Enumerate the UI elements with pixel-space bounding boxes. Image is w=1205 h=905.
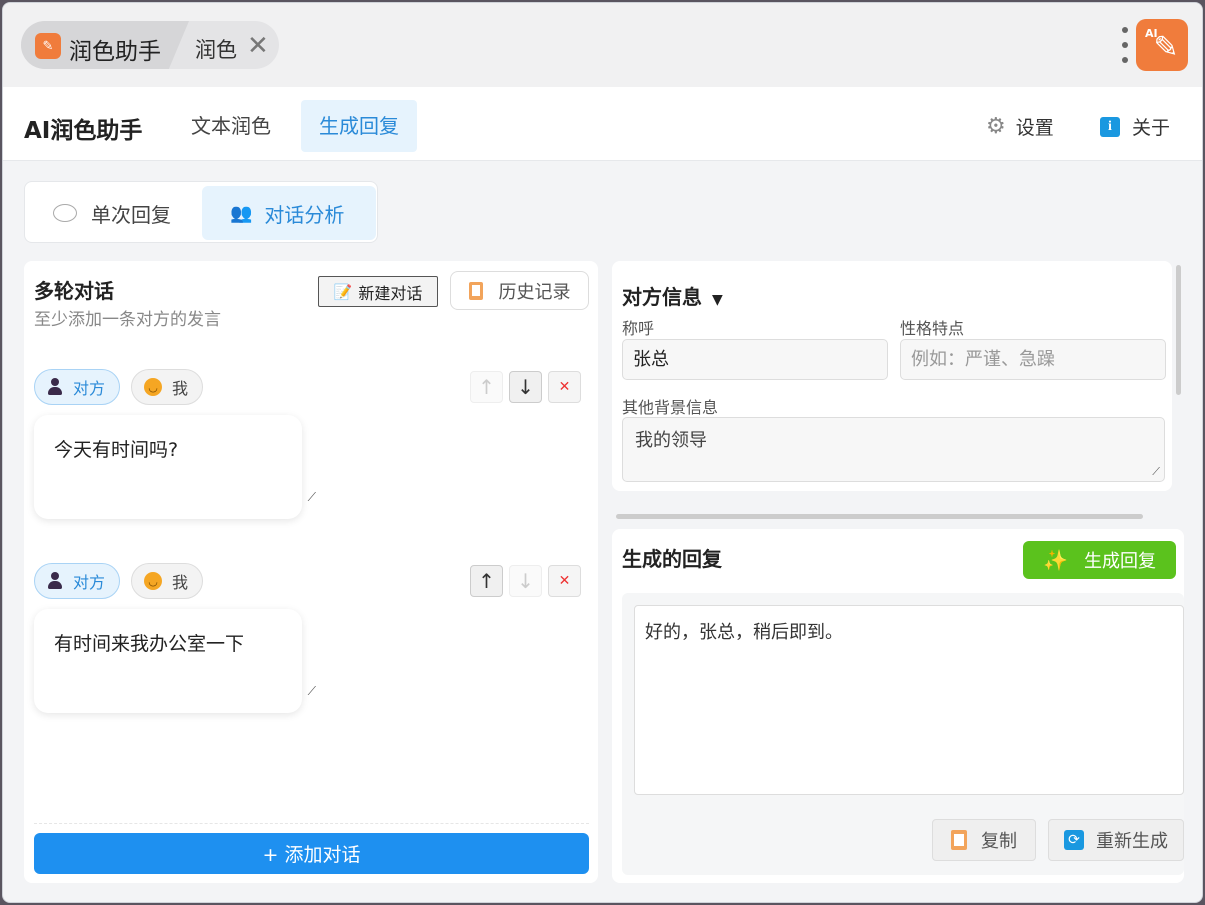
speaker-other-chip[interactable]: 对方 (34, 369, 121, 405)
app-window: ✎ 润色助手 润色 ✕ AI ✎ AI润色助手 文本润色 生成回复 ⚙ 设置 i… (2, 2, 1203, 903)
sparkle-icon: ✨ (1043, 548, 1068, 572)
divider (34, 823, 589, 824)
regenerate-button[interactable]: ⟳ 重新生成 (1048, 819, 1184, 861)
speaker-other-chip[interactable]: 对方 (34, 563, 121, 599)
background-label: 其他背景信息 (622, 398, 719, 417)
dialog-panel: 多轮对话 至少添加一条对方的发言 📝 新建对话 历史记录 对方 ◡ 我 ↑ ↓ … (24, 261, 598, 883)
nav-text-polish[interactable]: 文本润色 (173, 100, 289, 152)
people-icon: 👥 (230, 202, 253, 224)
close-icon[interactable]: ✕ (247, 31, 269, 61)
info-title-label: 对方信息 (622, 285, 702, 309)
chat-bubble-icon (53, 204, 77, 222)
speaker-other-label: 对方 (73, 379, 106, 398)
resize-handle-icon[interactable]: ⟋ (1152, 465, 1160, 479)
list-item: 对方 ◡ 我 ↑ ↓ ✕ 有时间来我办公室一下 ⟋ (34, 563, 589, 723)
tab-single-reply-label: 单次回复 (91, 202, 171, 227)
person-icon (47, 378, 63, 396)
about-button[interactable]: i 关于 (1100, 113, 1170, 140)
settings-button[interactable]: ⚙ 设置 (986, 113, 1054, 140)
message-input[interactable]: 有时间来我办公室一下 ⟋ (34, 609, 316, 713)
delete-button[interactable]: ✕ (548, 371, 581, 403)
title-bar: ✎ 润色助手 润色 ✕ AI ✎ (3, 3, 1202, 87)
reply-title: 生成的回复 (622, 547, 722, 571)
speaker-me-label: 我 (172, 379, 189, 398)
nav-generate-reply[interactable]: 生成回复 (301, 100, 417, 152)
tab-single-reply[interactable]: 单次回复 (53, 186, 171, 240)
app-logo-icon[interactable]: AI ✎ (1136, 19, 1188, 71)
generated-reply-panel: 生成的回复 ✨ 生成回复 好的，张总，稍后即到。 复制 ⟳ 重新生成 (612, 529, 1184, 883)
person-icon (47, 572, 63, 590)
resize-handle-icon[interactable]: ⟋ (308, 684, 316, 699)
copy-button[interactable]: 复制 (932, 819, 1036, 861)
counterpart-info-panel: 对方信息 ▼ 称呼 张总 性格特点 例如：严谨、急躁 其他背景信息 我的领导 ⟋ (612, 261, 1172, 491)
horizontal-scrollbar[interactable] (616, 514, 1143, 519)
info-title[interactable]: 对方信息 ▼ (622, 281, 723, 310)
name-field[interactable]: 张总 (622, 339, 888, 380)
speaker-me-chip[interactable]: ◡ 我 (131, 369, 204, 405)
mode-switch: 单次回复 👥 对话分析 (24, 181, 378, 243)
tab-polish[interactable]: 润色 (195, 34, 237, 64)
info-icon: i (1100, 116, 1120, 137)
caret-down-icon: ▼ (712, 292, 723, 308)
move-down-button[interactable]: ↓ (509, 371, 542, 403)
refresh-icon: ⟳ (1064, 830, 1084, 850)
clipboard-icon (951, 830, 967, 850)
background-text: 我的领导 (635, 430, 707, 451)
speaker-other-label: 对方 (73, 573, 106, 592)
message-text: 今天有时间吗? (54, 439, 179, 461)
move-up-button[interactable]: ↑ (470, 565, 503, 597)
move-up-button[interactable]: ↑ (470, 371, 503, 403)
resize-handle-icon[interactable]: ⟋ (308, 490, 316, 505)
new-dialog-button[interactable]: 📝 新建对话 (318, 276, 438, 307)
brand-title: AI润色助手 (24, 118, 143, 144)
smile-icon: ◡ (144, 572, 162, 590)
copy-label: 复制 (981, 831, 1017, 852)
trait-label: 性格特点 (900, 319, 965, 338)
regenerate-label: 重新生成 (1096, 831, 1168, 852)
trait-field[interactable]: 例如：严谨、急躁 (900, 339, 1166, 380)
reply-output[interactable]: 好的，张总，稍后即到。 (634, 605, 1184, 795)
background-textarea[interactable]: 我的领导 ⟋ (622, 417, 1165, 482)
speaker-me-label: 我 (172, 573, 189, 592)
clipboard-icon (468, 281, 483, 300)
gear-icon: ⚙ (986, 114, 1006, 139)
delete-button[interactable]: ✕ (548, 565, 581, 597)
nav-bar: AI润色助手 文本润色 生成回复 ⚙ 设置 i 关于 (3, 87, 1202, 161)
more-menu-icon[interactable] (1120, 27, 1130, 63)
history-button[interactable]: 历史记录 (450, 271, 589, 310)
new-dialog-label: 新建对话 (358, 283, 423, 303)
tab-dialog-analysis-label: 对话分析 (264, 202, 345, 227)
app-logo-text: AI (1145, 27, 1158, 40)
message-text: 有时间来我办公室一下 (54, 633, 245, 655)
memo-icon: 📝 (333, 282, 353, 301)
settings-label: 设置 (1015, 117, 1054, 139)
move-down-button[interactable]: ↓ (509, 565, 542, 597)
history-label: 历史记录 (498, 281, 571, 303)
speaker-me-chip[interactable]: ◡ 我 (131, 563, 204, 599)
tab-dialog-analysis[interactable]: 👥 对话分析 (202, 186, 376, 240)
add-dialog-button[interactable]: + 添加对话 (34, 833, 589, 874)
generate-reply-label: 生成回复 (1083, 551, 1156, 572)
dialog-subtitle: 至少添加一条对方的发言 (34, 310, 221, 330)
vertical-scrollbar[interactable] (1176, 265, 1181, 395)
about-label: 关于 (1132, 117, 1171, 139)
smile-icon: ◡ (144, 378, 162, 396)
message-input[interactable]: 今天有时间吗? ⟋ (34, 415, 316, 519)
reply-area: 好的，张总，稍后即到。 复制 ⟳ 重新生成 (622, 593, 1184, 875)
tab-title[interactable]: 润色助手 (69, 32, 161, 66)
dialog-title: 多轮对话 (34, 279, 114, 303)
list-item: 对方 ◡ 我 ↑ ↓ ✕ 今天有时间吗? ⟋ (34, 369, 589, 529)
generate-reply-button[interactable]: ✨ 生成回复 (1023, 541, 1176, 579)
name-label: 称呼 (622, 319, 655, 338)
pencil-icon: ✎ (35, 33, 61, 59)
